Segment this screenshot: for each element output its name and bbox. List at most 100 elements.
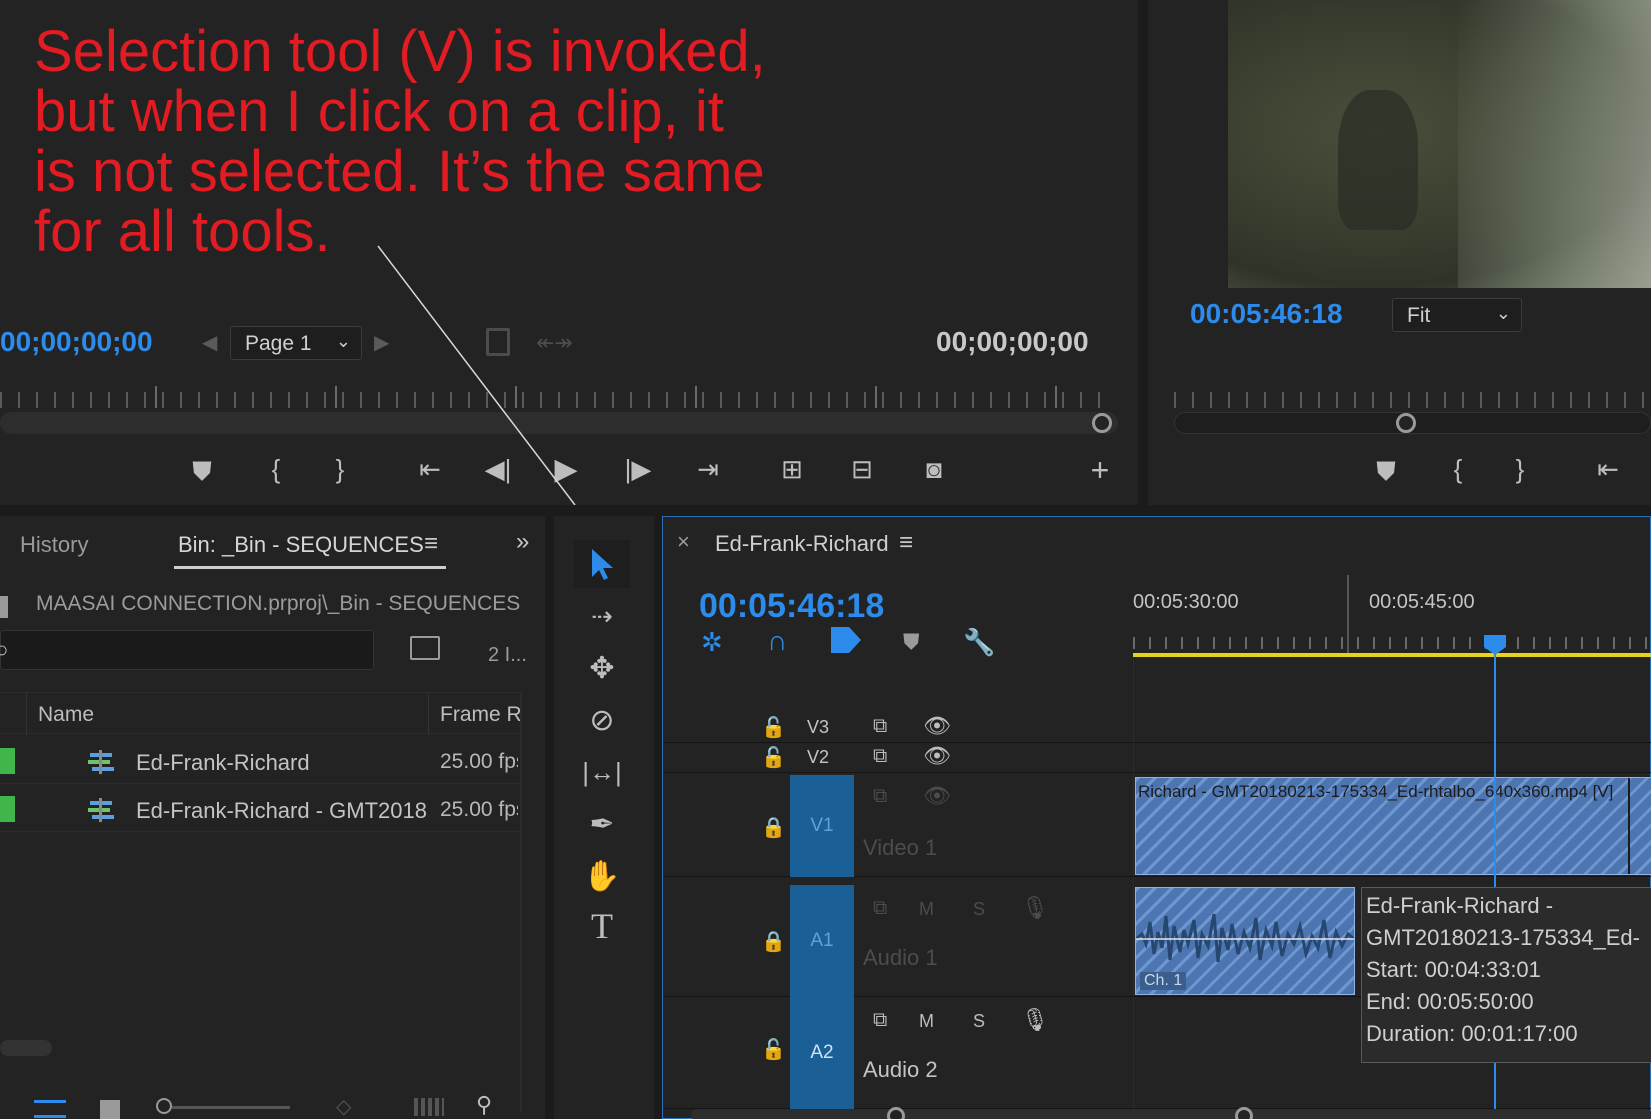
list-view-icon[interactable] (34, 1100, 66, 1118)
panel-overflow-icon[interactable]: » (516, 528, 529, 556)
track-row-v2: 🔓 V2 ⧉ 👁 (663, 743, 1651, 773)
bin-search-input[interactable]: ○ (0, 630, 374, 670)
pen-tool-icon[interactable]: ✒ (574, 800, 630, 848)
solo-button[interactable]: S (973, 899, 985, 920)
mark-in-icon[interactable]: { (1438, 454, 1478, 485)
sync-lock-icon[interactable]: ⧉ (873, 1009, 887, 1032)
track-select-forward-tool-icon[interactable]: ⇢ (574, 592, 630, 640)
column-header-name[interactable]: Name (38, 703, 94, 727)
timeline-zoom-scrollbar[interactable] (691, 1109, 1651, 1119)
work-area-bar[interactable] (1133, 653, 1651, 657)
frame-rate: 25.00 fps (440, 750, 518, 773)
ruler-label: 00:05:45:00 (1369, 591, 1475, 613)
lock-icon[interactable]: 🔒 (761, 815, 786, 840)
track-target-v1[interactable]: V1 (790, 775, 854, 877)
tools-panel: ⇢ ✥ ⊘ |↔| ✒ ✋ T (554, 516, 654, 1119)
mute-button[interactable]: M (919, 899, 934, 920)
column-divider (428, 693, 429, 735)
audio-waveform (1136, 913, 1354, 963)
selection-tool-icon[interactable] (574, 540, 630, 588)
column-header-row: Name Frame R (0, 692, 522, 735)
automate-to-sequence-icon[interactable] (414, 1098, 444, 1116)
sort-icons-icon[interactable]: ◇ (336, 1094, 351, 1119)
list-item[interactable]: Ed-Frank-Richard 25.00 fps (0, 738, 520, 784)
icon-view-icon[interactable] (100, 1100, 120, 1119)
tooltip-line: End: 00:05:50:00 (1366, 989, 1534, 1014)
track-label-v2: V2 (807, 747, 830, 767)
lock-icon[interactable]: 🔒 (761, 929, 786, 954)
annotation-pointer-line (377, 245, 576, 505)
track-row-v3: 🔓 V3 ⧉ 👁 (663, 713, 1651, 743)
clip-label: Richard - GMT20180213-175334_Ed-rhtalbo_… (1138, 782, 1614, 801)
program-video-frame[interactable] (1228, 0, 1651, 288)
mark-out-icon[interactable]: } (1500, 454, 1540, 485)
panel-menu-icon[interactable]: ≡ (424, 530, 438, 558)
playhead-handle[interactable] (1484, 635, 1506, 655)
zoom-slider-track[interactable] (172, 1106, 290, 1109)
razor-tool-icon[interactable]: ⊘ (574, 696, 630, 744)
eye-icon[interactable]: 👁 (923, 783, 951, 809)
premiere-workspace: Selection tool (V) is invoked, but when … (0, 0, 1651, 1119)
timeline-playhead-timecode[interactable]: 00:05:46:18 (699, 587, 884, 626)
list-scroll-edge (520, 692, 522, 1112)
timeline-time-ruler[interactable] (1133, 637, 1651, 649)
snap-magnet-icon[interactable]: ∩ (767, 625, 787, 657)
track-name-audio-2: Audio 2 (863, 1057, 938, 1082)
timeline-zoom-handle-right[interactable] (1235, 1107, 1253, 1119)
sequence-name: Ed-Frank-Richard - GMT2018 (136, 798, 427, 823)
wrench-icon[interactable]: 🔧 (963, 627, 995, 658)
zoom-select[interactable]: Fit ⌄ (1392, 298, 1522, 332)
nest-toggle-icon[interactable]: ✲ (701, 627, 723, 658)
track-row-v1: 🔒 V1 ⧉ 👁 Video 1 Richard - GMT20180213-1… (663, 775, 1651, 877)
chevron-down-icon: ⌄ (1495, 303, 1511, 323)
timeline-zoom-handle-left[interactable] (887, 1107, 905, 1119)
ripple-edit-tool-icon[interactable]: ✥ (574, 644, 630, 692)
program-zoom-handle[interactable] (1396, 413, 1416, 433)
list-item[interactable]: Ed-Frank-Richard - GMT2018 25.00 fps (0, 786, 520, 832)
eye-icon[interactable]: 👁 (923, 713, 951, 739)
microphone-icon[interactable]: 🎙 (1021, 895, 1049, 921)
video-clip[interactable]: Richard - GMT20180213-175334_Ed-rhtalbo_… (1135, 777, 1651, 875)
horizontal-scrollbar[interactable] (0, 1040, 52, 1056)
column-header-frame-rate[interactable]: Frame R (440, 703, 522, 727)
eye-icon[interactable]: 👁 (923, 743, 951, 769)
tooltip-line: Ed-Frank-Richard - (1366, 893, 1554, 918)
program-timecode[interactable]: 00:05:46:18 (1190, 298, 1343, 330)
panel-menu-icon[interactable]: ≡ (899, 529, 913, 557)
hand-tool-icon[interactable]: ✋ (574, 852, 630, 900)
add-marker-icon[interactable]: ⛊ (903, 629, 920, 655)
ruler-label: 00:05:30:00 (1133, 591, 1239, 613)
lock-icon[interactable]: 🔓 (761, 745, 786, 770)
sync-lock-icon[interactable]: ⧉ (873, 715, 887, 738)
track-target-a1[interactable]: A1 (790, 885, 854, 997)
sync-lock-icon[interactable]: ⧉ (873, 897, 887, 920)
label-color-swatch (0, 748, 15, 774)
type-tool-icon[interactable]: T (574, 902, 630, 950)
go-to-in-icon[interactable]: ⇤ (1588, 454, 1628, 485)
lock-icon[interactable]: 🔓 (761, 715, 786, 740)
add-marker-icon[interactable]: ⛊ (1366, 456, 1406, 488)
clip-edit-point (1628, 778, 1630, 874)
sync-lock-icon[interactable]: ⧉ (873, 785, 887, 808)
lock-icon[interactable]: 🔓 (761, 1037, 786, 1062)
tab-bin-sequences[interactable]: Bin: _Bin - SEQUENCES (178, 532, 424, 558)
new-search-bin-icon[interactable] (410, 636, 440, 660)
slip-tool-icon[interactable]: |↔| (574, 748, 630, 796)
close-icon[interactable]: × (677, 529, 690, 555)
mute-button[interactable]: M (919, 1011, 934, 1032)
audio-clip[interactable]: Ch. 1 (1135, 887, 1355, 995)
find-icon[interactable]: ⚲ (476, 1092, 492, 1118)
track-name-audio-1: Audio 1 (863, 945, 938, 970)
linked-selection-icon[interactable] (831, 627, 861, 653)
track-target-a2[interactable]: A2 (790, 997, 854, 1109)
tab-history[interactable]: History (20, 532, 88, 558)
active-tab-underline (174, 566, 446, 569)
zoom-slider-handle[interactable] (156, 1098, 172, 1114)
solo-button[interactable]: S (973, 1011, 985, 1032)
microphone-icon[interactable]: 🎙 (1021, 1007, 1049, 1033)
program-time-ruler[interactable] (1174, 392, 1651, 408)
sync-lock-icon[interactable]: ⧉ (873, 745, 887, 768)
sequence-tab-title[interactable]: Ed-Frank-Richard (715, 531, 889, 557)
tooltip-line: GMT20180213-175334_Ed- (1366, 925, 1640, 950)
bin-path: MAASAI CONNECTION.prproj\_Bin - SEQUENCE… (36, 592, 521, 615)
